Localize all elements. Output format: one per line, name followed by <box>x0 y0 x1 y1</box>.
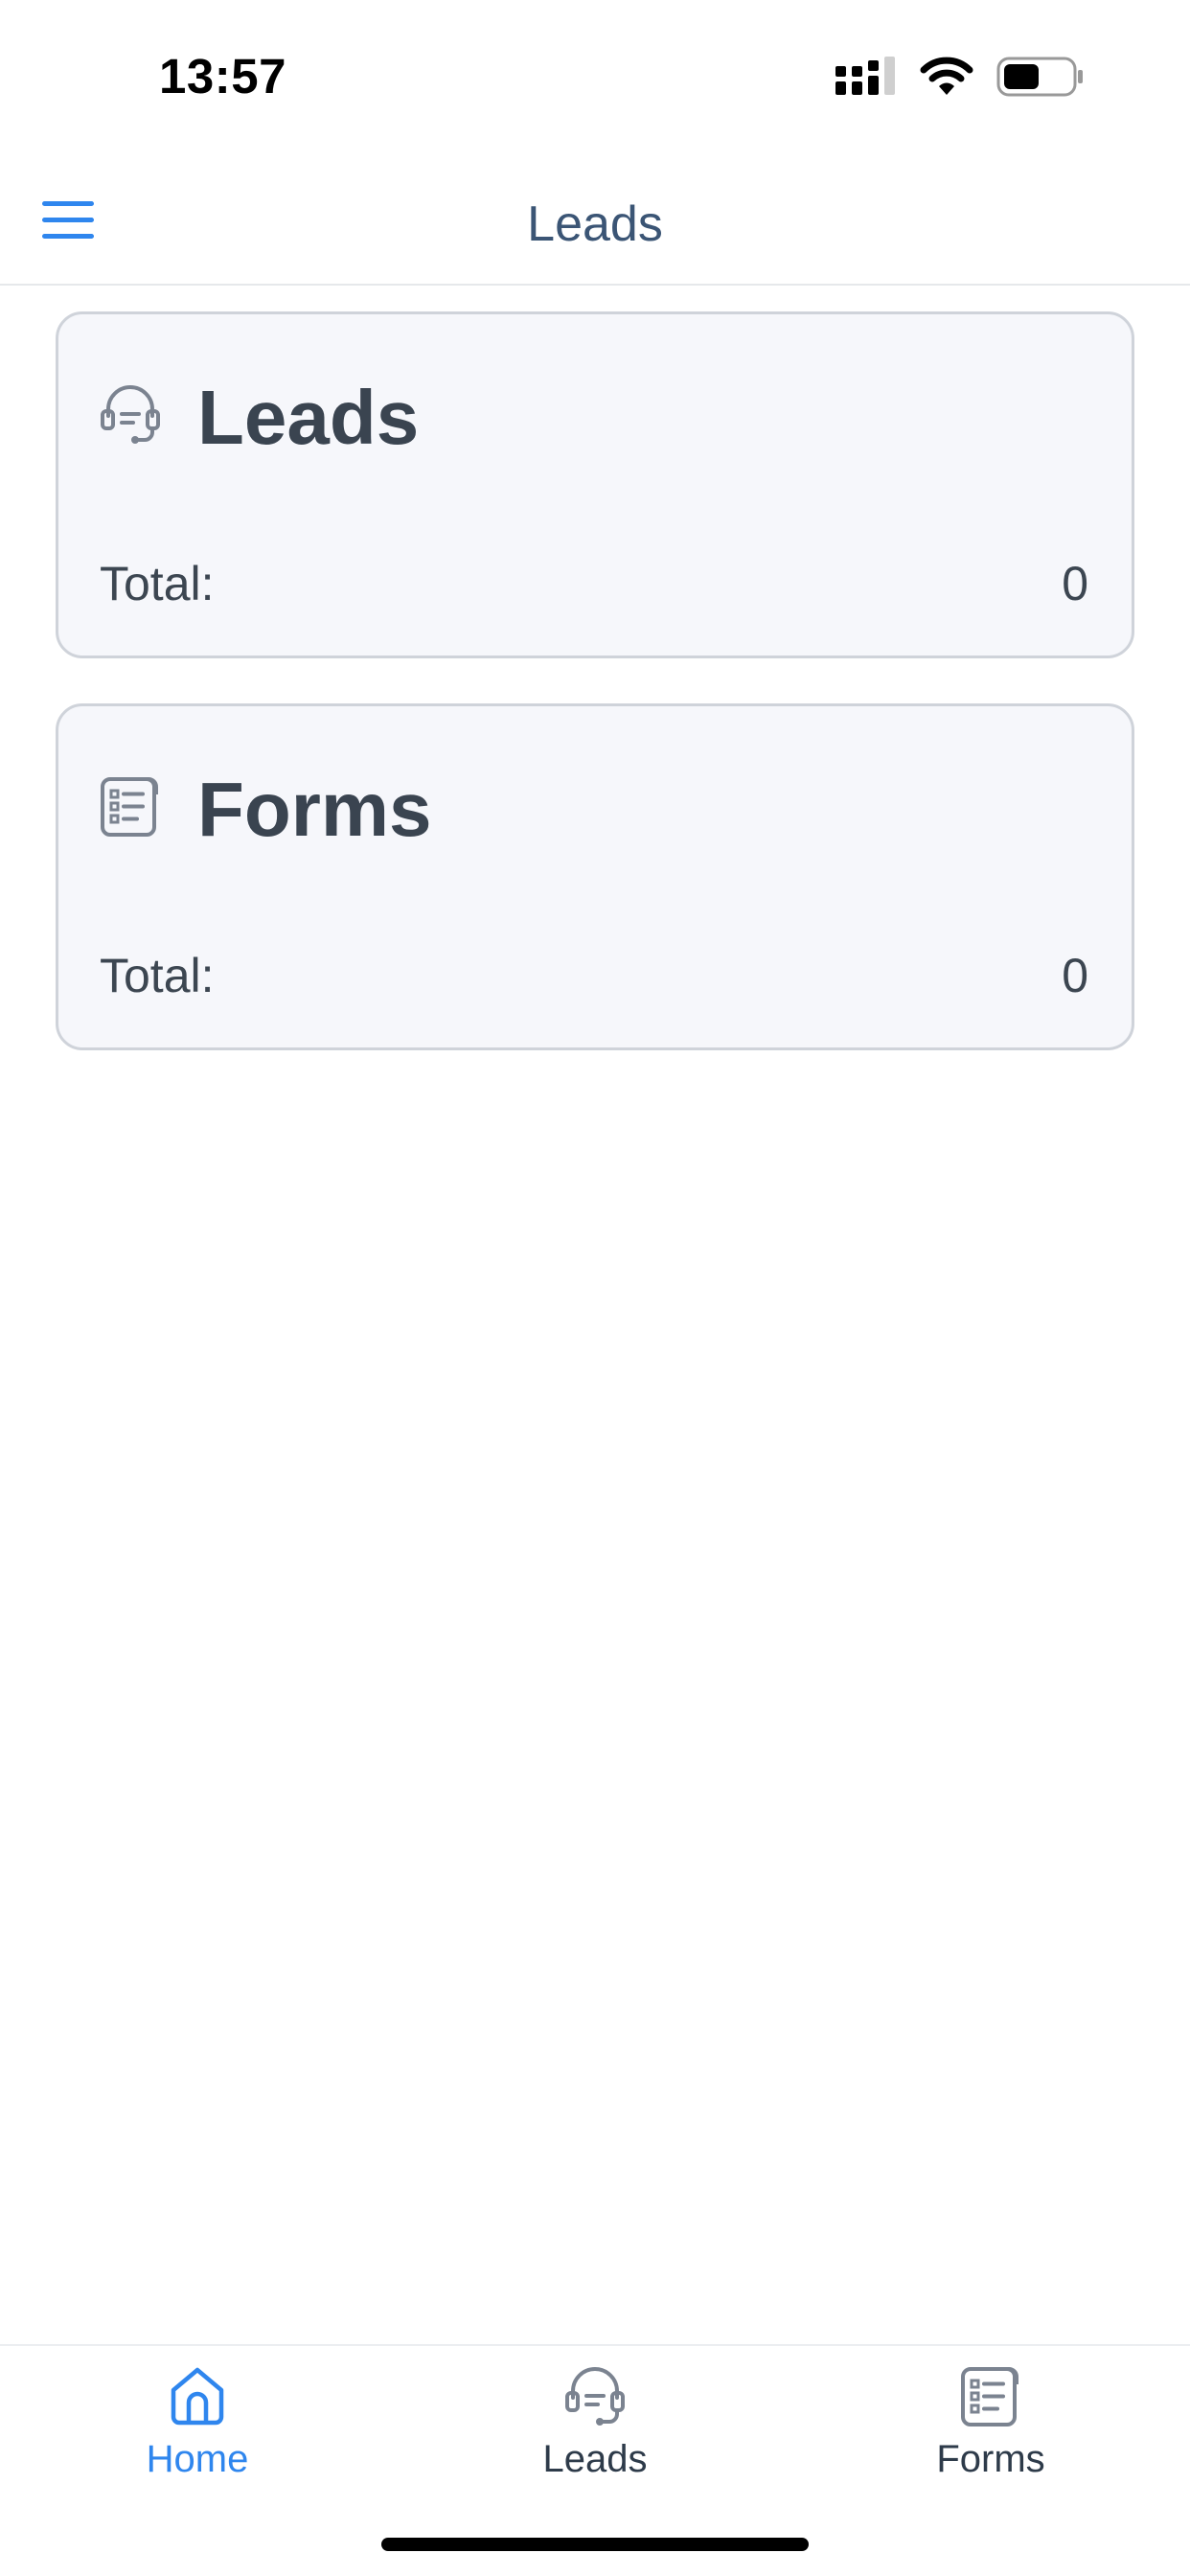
total-label: Total: <box>100 557 215 610</box>
total-value: 0 <box>1062 949 1088 1002</box>
status-icons <box>835 56 1085 98</box>
tab-label: Home <box>146 2438 249 2480</box>
total-label: Total: <box>100 949 215 1002</box>
screen: 13:57 Leads Leads Total: 0 Forms Total: … <box>0 0 1190 2576</box>
tab-home[interactable]: Home <box>54 2361 341 2505</box>
tab-forms[interactable]: Forms <box>847 2361 1134 2505</box>
page-title: Leads <box>527 196 663 252</box>
form-document-icon <box>101 777 158 837</box>
nav-header: Leads <box>0 153 1190 286</box>
headset-icon <box>101 385 160 444</box>
status-time: 13:57 <box>159 49 286 104</box>
wifi-icon <box>920 57 973 95</box>
card-title: Leads <box>197 375 420 460</box>
signal-icon <box>835 57 895 95</box>
battery-icon <box>996 57 1083 97</box>
headset-icon <box>565 2367 625 2426</box>
forms-card[interactable]: Forms Total: 0 <box>56 703 1134 1050</box>
status-bar: 13:57 <box>0 0 1190 153</box>
leads-card[interactable]: Leads Total: 0 <box>56 311 1134 658</box>
tab-label: Forms <box>936 2438 1045 2480</box>
card-title: Forms <box>197 767 432 852</box>
tab-leads[interactable]: Leads <box>451 2361 739 2505</box>
home-icon <box>171 2367 224 2426</box>
home-indicator[interactable] <box>381 2538 809 2551</box>
tab-label: Leads <box>542 2438 648 2480</box>
form-document-icon <box>961 2367 1018 2426</box>
total-value: 0 <box>1062 557 1088 610</box>
